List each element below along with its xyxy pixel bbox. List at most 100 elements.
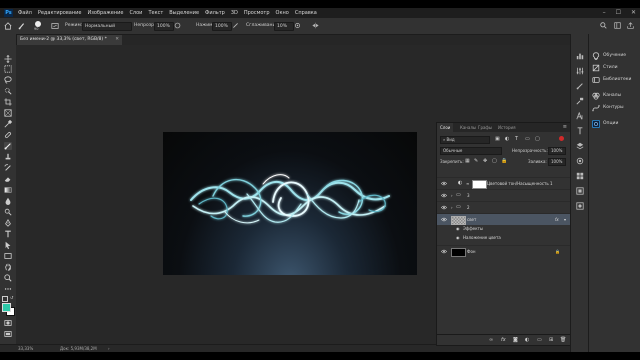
maximize-icon[interactable]: ☐ (616, 8, 621, 18)
effect-eye-icon[interactable]: ◉ (456, 234, 460, 242)
layers-panel-tab[interactable]: История (495, 123, 519, 132)
healing-brush-tool-icon[interactable] (4, 131, 12, 139)
menu-item[interactable]: Выделение (169, 8, 199, 18)
foreground-color-swatch[interactable] (2, 303, 11, 312)
swap-colors-icon[interactable]: ↺ (10, 295, 13, 300)
menu-item[interactable]: Окно (276, 8, 289, 18)
adjustments-icon[interactable] (576, 82, 584, 90)
panel-styles[interactable]: Стили (589, 62, 640, 74)
expand-arrow-icon[interactable]: › (451, 190, 453, 201)
visibility-eye-icon[interactable] (441, 249, 447, 254)
layer-thumbnail[interactable] (451, 248, 466, 257)
swatches-icon[interactable] (576, 172, 584, 180)
fill-field[interactable]: 100% (548, 158, 566, 166)
frame-tool-icon[interactable] (4, 109, 12, 117)
layer-row[interactable]: › ▭ 2 (437, 201, 570, 213)
dodge-tool-icon[interactable] (4, 208, 12, 216)
color-icon[interactable] (576, 157, 584, 165)
lock-transparent-icon[interactable]: ▦ (465, 158, 470, 164)
link-layers-icon[interactable]: ∞ (489, 337, 495, 343)
expand-arrow-icon[interactable]: › (451, 202, 453, 213)
blend-mode-select[interactable]: Обычные (440, 147, 502, 155)
panel-paths[interactable]: Контуры (589, 102, 640, 114)
blur-tool-icon[interactable] (4, 197, 12, 205)
lock-position-icon[interactable]: ✥ (483, 158, 487, 164)
pen-tool-icon[interactable] (4, 219, 12, 227)
new-group-icon[interactable]: ▭ (537, 337, 543, 343)
gradient-tool-icon[interactable] (4, 186, 12, 194)
delete-layer-icon[interactable]: 🗑 (560, 337, 566, 343)
layer-row[interactable]: Фон 🔒 (437, 245, 570, 257)
history-icon[interactable] (576, 52, 584, 60)
status-arrow-icon[interactable]: › (108, 346, 110, 351)
layer-row[interactable]: ◐ ∞ Цветовой тон/Насыщенность 1 (437, 177, 570, 189)
search-icon[interactable] (600, 22, 607, 29)
brush-preset-picker[interactable]: 90 (33, 21, 43, 31)
document-tab[interactable]: Без имени-2 @ 33,3% (свет, RGB/8) * ✕ (16, 35, 122, 45)
effect-row[interactable]: ◉ Наложение цвета (437, 234, 570, 242)
layer-thumbnail[interactable] (451, 216, 466, 225)
filter-kind-select[interactable]: ⌕ Вид (440, 136, 490, 144)
hand-tool-icon[interactable] (4, 263, 12, 271)
effects-eye-icon[interactable]: ◉ (456, 225, 460, 233)
layer-row-selected[interactable]: свет fx ▾ (437, 213, 570, 225)
character-icon[interactable] (576, 112, 584, 120)
smoothing-settings-icon[interactable] (294, 22, 301, 29)
menu-item[interactable]: Слои (129, 8, 142, 18)
path-selection-tool-icon[interactable] (4, 241, 12, 249)
add-style-icon[interactable]: fx (501, 337, 507, 343)
gradients-icon[interactable] (576, 187, 584, 195)
filter-smart-object-icon[interactable]: ▢ (535, 136, 540, 142)
filter-toggle-icon[interactable] (559, 136, 564, 141)
pressure-opacity-icon[interactable] (174, 22, 181, 29)
visibility-eye-icon[interactable] (441, 181, 447, 186)
brush-tool-icon[interactable] (4, 142, 12, 150)
menu-item[interactable]: Просмотр (244, 8, 270, 18)
eyedropper-tool-icon[interactable] (4, 120, 12, 128)
add-mask-icon[interactable]: ◙ (513, 337, 519, 343)
minimize-icon[interactable]: – (603, 8, 606, 18)
move-tool-icon[interactable] (4, 55, 12, 63)
lasso-tool-icon[interactable] (4, 76, 12, 84)
mode-select[interactable]: Нормальный (82, 22, 132, 31)
flow-field[interactable]: 100% (212, 22, 232, 31)
quick-select-tool-icon[interactable] (4, 87, 12, 95)
patterns-icon[interactable] (576, 202, 584, 210)
layer-opacity-field[interactable]: 100% (548, 147, 566, 155)
filter-shape-icon[interactable]: ▭ (525, 136, 530, 142)
layer-mask-thumbnail[interactable] (472, 180, 487, 189)
opacity-field[interactable]: 100% (154, 22, 174, 31)
zoom-readout[interactable]: 33,33% (18, 346, 33, 351)
visibility-eye-icon[interactable] (441, 217, 447, 222)
lock-pixels-icon[interactable]: ✎ (474, 158, 478, 164)
paragraph-icon[interactable] (576, 127, 584, 135)
effects-row[interactable]: ◉ Эффекты (437, 225, 570, 233)
home-icon[interactable] (4, 22, 12, 30)
rectangle-tool-icon[interactable] (4, 252, 12, 260)
visibility-eye-icon[interactable] (441, 193, 447, 198)
panel-channels[interactable]: Каналы (589, 90, 640, 102)
edit-toolbar-icon[interactable] (4, 285, 12, 293)
layer-row[interactable]: › ▭ 3 (437, 189, 570, 201)
collapse-effects-icon[interactable]: ▾ (564, 214, 566, 225)
lock-artboard-icon[interactable]: ▢ (492, 158, 497, 164)
panel-menu-icon[interactable]: ≡ (563, 123, 567, 132)
layers-panel-tab[interactable]: Графы (475, 123, 495, 132)
menu-item[interactable]: Справка (295, 8, 317, 18)
brushes-icon[interactable] (576, 97, 584, 105)
document-canvas[interactable] (163, 132, 417, 275)
new-adjustment-icon[interactable]: ◐ (525, 337, 531, 343)
menu-item[interactable]: Файл (18, 8, 32, 18)
filter-pixel-icon[interactable]: ▣ (495, 136, 500, 142)
panel-options[interactable]: Опции (589, 118, 640, 130)
screen-mode-icon[interactable] (4, 330, 12, 338)
history-brush-tool-icon[interactable] (4, 164, 12, 172)
eraser-tool-icon[interactable] (4, 175, 12, 183)
menu-item[interactable]: Редактирование (38, 8, 82, 18)
menu-item[interactable]: 3D (231, 8, 238, 18)
symmetry-icon[interactable] (312, 22, 319, 29)
layers-panel-tab[interactable]: Слои (437, 123, 454, 132)
default-colors-icon[interactable] (2, 296, 8, 302)
properties-icon[interactable] (576, 67, 584, 75)
close-icon[interactable]: ✕ (631, 8, 636, 18)
